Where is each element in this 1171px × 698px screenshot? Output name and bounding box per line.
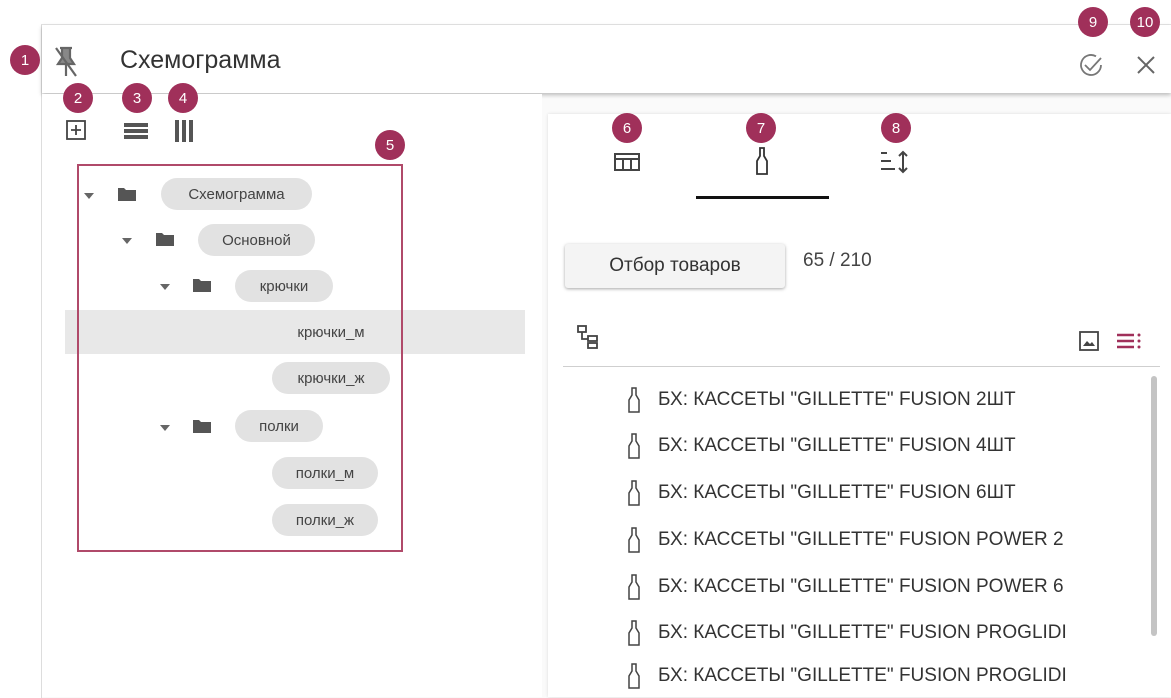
sort-icon (881, 150, 908, 174)
expand-caret-icon[interactable] (84, 193, 94, 199)
image-view-icon[interactable] (1076, 328, 1102, 354)
callout-badge: 6 (612, 113, 642, 143)
columns-icon[interactable] (172, 118, 196, 144)
product-name: БХ: КАССЕТЫ "GILLETTE" FUSION 6ШТ (658, 482, 1016, 503)
callout-badge: 1 (10, 45, 40, 75)
bottle-icon (756, 147, 768, 175)
list-item[interactable]: БХ: КАССЕТЫ "GILLETTE" FUSION 4ШТ (628, 425, 1148, 467)
bottle-icon (628, 620, 640, 646)
tree-node-schemogram[interactable]: Схемограмма (161, 178, 312, 210)
tree-node-hooks-zh[interactable]: крючки_ж (272, 362, 390, 394)
expand-caret-icon[interactable] (160, 425, 170, 431)
unpin-icon[interactable] (52, 44, 80, 80)
list-item[interactable]: БХ: КАССЕТЫ "GILLETTE" FUSION 6ШТ (628, 472, 1148, 514)
tab-sort[interactable] (878, 147, 912, 177)
tree-node-shelves[interactable]: полки (235, 410, 323, 442)
callout-badge: 2 (63, 83, 93, 113)
callout-badge: 7 (746, 113, 776, 143)
expand-caret-icon[interactable] (122, 238, 132, 244)
check-circle-icon[interactable] (1076, 50, 1106, 80)
list-item[interactable]: БХ: КАССЕТЫ "GILLETTE" FUSION POWER 6 (628, 566, 1148, 608)
select-products-button[interactable]: Отбор товаров (565, 244, 785, 288)
bottle-icon (628, 527, 640, 553)
list-separator (563, 366, 1160, 367)
expand-caret-icon[interactable] (160, 284, 170, 290)
bottle-icon (628, 433, 640, 459)
callout-badge: 8 (881, 113, 911, 143)
bottle-icon (628, 663, 640, 689)
folder-icon (118, 188, 136, 201)
list-item[interactable]: БХ: КАССЕТЫ "GILLETTE" FUSION PROGLIDI (628, 612, 1148, 654)
callout-badge: 5 (375, 130, 405, 160)
callout-badge: 10 (1130, 7, 1160, 37)
list-item[interactable]: БХ: КАССЕТЫ "GILLETTE" FUSION POWER 2 (628, 519, 1148, 561)
product-name: БХ: КАССЕТЫ "GILLETTE" FUSION POWER 6 (658, 576, 1064, 597)
active-tab-indicator (696, 196, 829, 199)
products-count: 65 / 210 (803, 250, 872, 271)
product-name: БХ: КАССЕТЫ "GILLETTE" FUSION PROGLIDI (658, 665, 1067, 686)
list-item[interactable]: БХ: КАССЕТЫ "GILLETTE" FUSION PROGLIDI (628, 655, 1148, 697)
folder-icon (193, 279, 211, 292)
tree-highlight-frame (77, 164, 403, 552)
window-title: Схемограмма (120, 46, 281, 74)
callout-badge: 4 (168, 83, 198, 113)
list-item[interactable]: БХ: КАССЕТЫ "GILLETTE" FUSION 2ШТ (628, 379, 1148, 421)
folder-icon (156, 233, 174, 246)
folder-icon (193, 420, 211, 433)
hierarchy-icon[interactable] (574, 322, 602, 352)
bottle-icon (628, 480, 640, 506)
callout-badge: 3 (122, 83, 152, 113)
product-name: БХ: КАССЕТЫ "GILLETTE" FUSION POWER 2 (658, 529, 1064, 550)
add-icon[interactable] (64, 118, 88, 142)
rows-icon[interactable] (122, 120, 150, 142)
tab-products[interactable] (751, 144, 773, 178)
product-name: БХ: КАССЕТЫ "GILLETTE" FUSION 4ШТ (658, 435, 1016, 456)
bottle-icon (628, 574, 640, 600)
product-name: БХ: КАССЕТЫ "GILLETTE" FUSION 2ШТ (658, 389, 1016, 410)
list-scrollbar[interactable] (1151, 376, 1157, 636)
tree-node-hooks-m[interactable]: крючки_м (272, 316, 390, 348)
callout-badge: 9 (1078, 7, 1108, 37)
tree-node-shelves-m[interactable]: полки_м (272, 457, 378, 489)
tree-node-shelves-zh[interactable]: полки_ж (272, 504, 378, 536)
product-name: БХ: КАССЕТЫ "GILLETTE" FUSION PROGLIDI (658, 622, 1067, 643)
tree-node-main[interactable]: Основной (198, 224, 315, 256)
tab-table[interactable] (612, 150, 642, 174)
tree-node-hooks[interactable]: крючки (235, 270, 333, 302)
bottle-icon (628, 387, 640, 413)
close-icon[interactable] (1131, 50, 1161, 80)
list-view-icon[interactable] (1114, 330, 1144, 352)
table-icon (614, 153, 640, 171)
